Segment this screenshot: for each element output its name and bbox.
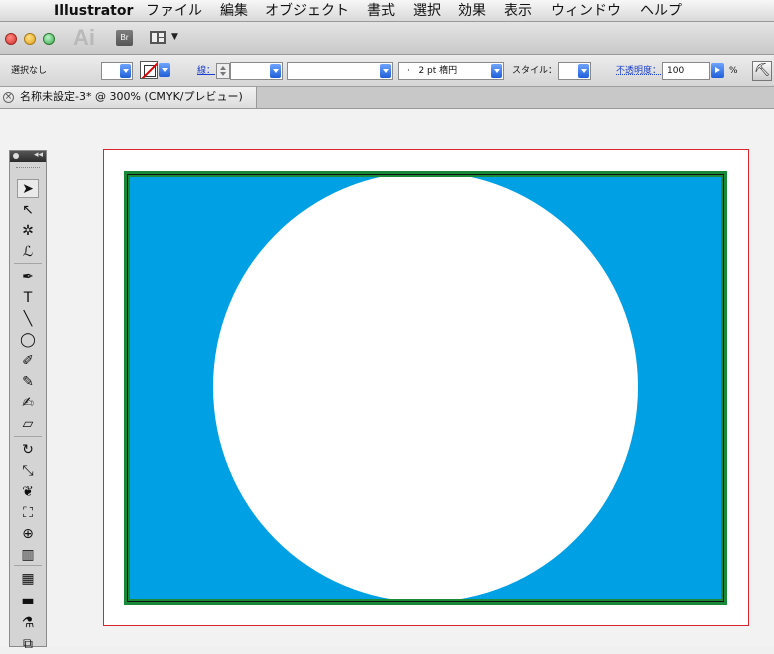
isolate-group-icon[interactable]: ⛏ xyxy=(752,61,772,81)
style-label: スタイル： xyxy=(512,66,558,76)
tools-panel: ◂◂ ➤ ↖ ✲ ℒ ✒ T ╲ ◯ ✐ ✎ ✍ ▱ ↻ ⤡ ❦ ⛶ ⊕ ▥ ▦ ▬ ⚗ ⧉ xyxy=(9,150,47,652)
graph-tool-icon[interactable]: ▥ xyxy=(17,546,39,565)
white-circle-shape[interactable] xyxy=(213,177,638,599)
direct-selection-tool-icon[interactable]: ↖ xyxy=(17,201,39,220)
type-tool-icon[interactable]: T xyxy=(17,289,39,308)
lasso-tool-icon[interactable]: ℒ xyxy=(17,243,39,262)
panel-close-icon[interactable] xyxy=(13,153,19,159)
illustrator-logo: Ai xyxy=(73,25,95,50)
blend-tool-icon[interactable]: ⧉ xyxy=(17,635,39,654)
close-window-button[interactable] xyxy=(5,33,17,45)
bridge-button[interactable]: Br xyxy=(116,30,133,46)
close-tab-icon[interactable]: × xyxy=(3,92,14,103)
scale-tool-icon[interactable]: ⤡ xyxy=(17,462,39,481)
tool-group-separator xyxy=(14,565,42,566)
menu-effect[interactable]: 効果 xyxy=(458,0,486,22)
stepper-up-icon[interactable] xyxy=(220,66,226,70)
stroke-label[interactable]: 線： xyxy=(197,64,215,78)
document-tab-title: 名称未設定-3* @ 300% (CMYK/プレビュー) xyxy=(20,90,243,103)
shape-builder-tool-icon[interactable]: ⊕ xyxy=(17,525,39,544)
eyedropper-tool-icon[interactable]: ⚗ xyxy=(17,614,39,633)
application-bar: Ai Br ▼ xyxy=(0,22,774,55)
tool-group-separator xyxy=(14,263,42,264)
opacity-slider-button[interactable] xyxy=(711,63,724,78)
blob-brush-tool-icon[interactable]: ✍ xyxy=(17,394,39,413)
menu-view[interactable]: 表示 xyxy=(504,0,532,22)
chevron-down-icon xyxy=(270,64,281,78)
chevron-down-icon xyxy=(578,64,589,78)
chevron-down-icon: ▼ xyxy=(171,32,178,42)
chevron-down-icon xyxy=(491,64,502,78)
chevron-down-icon xyxy=(120,64,131,78)
stroke-weight-input[interactable] xyxy=(230,62,283,80)
opacity-input[interactable]: 100 xyxy=(662,62,710,80)
stepper-down-icon[interactable] xyxy=(220,72,226,76)
app-menu-illustrator[interactable]: Illustrator xyxy=(54,0,133,22)
menu-object[interactable]: オブジェクト xyxy=(265,0,349,22)
magic-wand-tool-icon[interactable]: ✲ xyxy=(17,222,39,241)
pen-tool-icon[interactable]: ✒ xyxy=(17,268,39,287)
no-stroke-swatch-icon xyxy=(140,61,158,79)
chevron-down-icon xyxy=(159,63,170,77)
tools-panel-header[interactable]: ◂◂ xyxy=(10,150,46,162)
menu-bar: Illustrator ファイル 編集 オブジェクト 書式 選択 効果 表示 ウ… xyxy=(0,0,774,22)
menu-help[interactable]: ヘルプ xyxy=(640,0,682,22)
menu-type[interactable]: 書式 xyxy=(367,0,395,22)
fill-color-dropdown[interactable] xyxy=(101,62,133,80)
document-tab-bar: × 名称未設定-3* @ 300% (CMYK/プレビュー) xyxy=(0,87,774,109)
tool-group-separator xyxy=(14,436,42,437)
selection-tool-icon[interactable]: ➤ xyxy=(17,179,39,198)
arrange-documents-button[interactable]: ▼ xyxy=(150,31,182,45)
menu-edit[interactable]: 編集 xyxy=(220,0,248,22)
paintbrush-tool-icon[interactable]: ✐ xyxy=(17,352,39,371)
document-tab[interactable]: × 名称未設定-3* @ 300% (CMYK/プレビュー) xyxy=(0,87,257,108)
opacity-label[interactable]: 不透明度： xyxy=(616,64,661,78)
mesh-tool-icon[interactable]: ▦ xyxy=(17,570,39,589)
free-transform-tool-icon[interactable]: ⛶ xyxy=(17,504,39,523)
ellipse-tool-icon[interactable]: ◯ xyxy=(17,331,39,350)
warp-tool-icon[interactable]: ❦ xyxy=(17,483,39,502)
selection-status: 選択なし xyxy=(11,66,48,76)
rotate-tool-icon[interactable]: ↻ xyxy=(17,441,39,460)
gradient-tool-icon[interactable]: ▬ xyxy=(17,592,39,611)
menu-window[interactable]: ウィンドウ xyxy=(551,0,621,22)
minimize-window-button[interactable] xyxy=(24,33,36,45)
pencil-tool-icon[interactable]: ✎ xyxy=(17,373,39,392)
menu-select[interactable]: 選択 xyxy=(413,0,441,22)
menu-file[interactable]: ファイル xyxy=(146,0,202,22)
panel-grip[interactable] xyxy=(16,167,40,170)
zoom-window-button[interactable] xyxy=(43,33,55,45)
blue-background-rectangle[interactable] xyxy=(130,177,721,599)
stroke-color-dropdown[interactable] xyxy=(140,61,170,81)
chevron-down-icon xyxy=(380,64,391,78)
layout-grid-icon xyxy=(150,31,166,44)
opacity-unit: % xyxy=(729,66,738,76)
brush-definition-value: · 2 pt 楕円 xyxy=(407,66,458,76)
control-panel: 選択なし 線： · 2 pt 楕円 スタイル： 不透明度： 100 % ⛏ xyxy=(0,55,774,87)
stroke-weight-stepper[interactable] xyxy=(216,63,230,79)
variable-width-profile-dropdown[interactable] xyxy=(287,62,393,80)
brush-definition-dropdown[interactable]: · 2 pt 楕円 xyxy=(398,62,504,80)
graphic-style-dropdown[interactable] xyxy=(558,62,591,80)
line-tool-icon[interactable]: ╲ xyxy=(17,310,39,329)
collapse-panel-icon[interactable]: ◂◂ xyxy=(34,150,43,161)
eraser-tool-icon[interactable]: ▱ xyxy=(17,415,39,434)
